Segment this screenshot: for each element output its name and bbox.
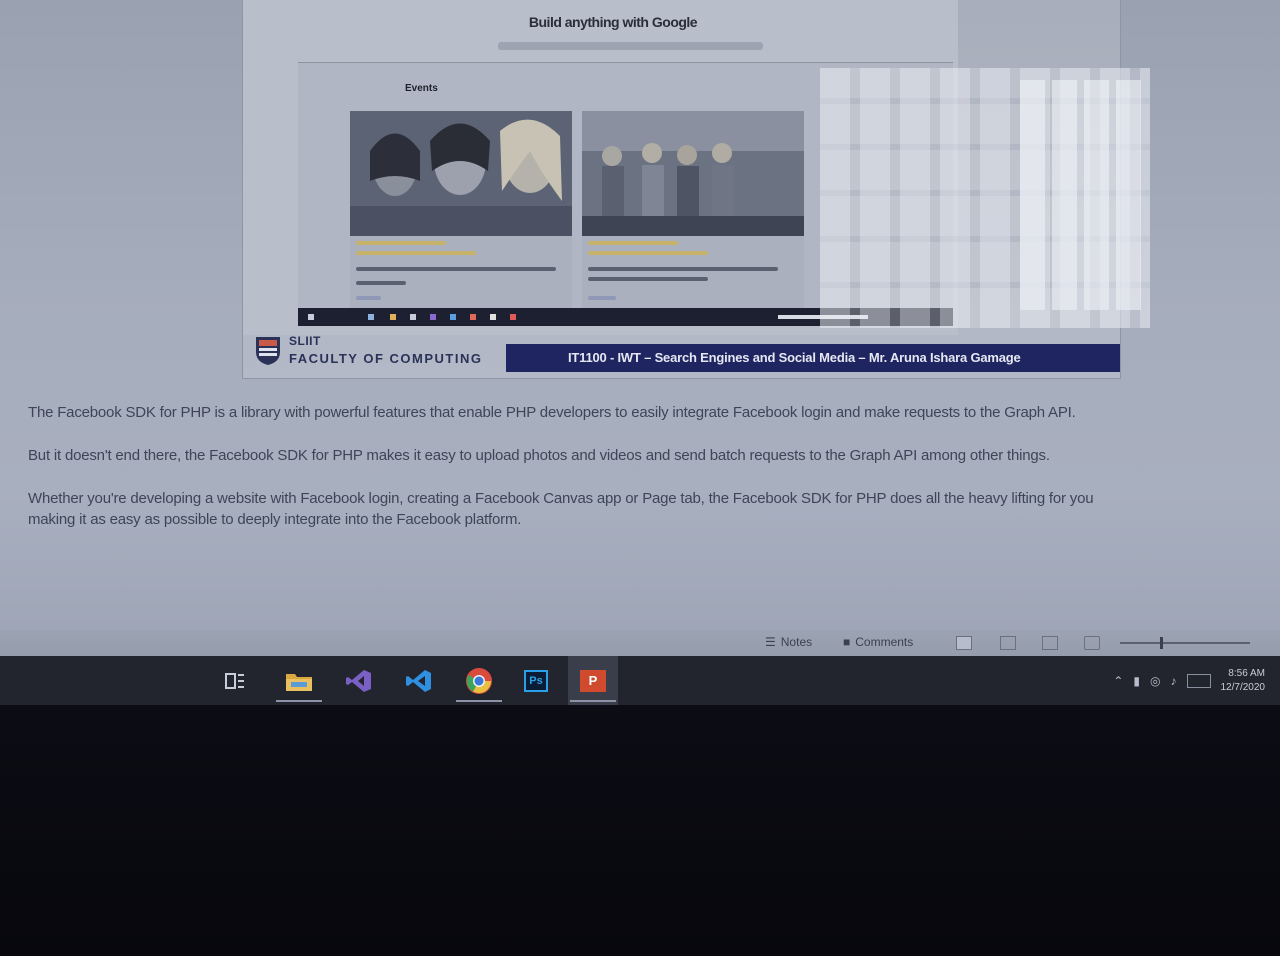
photoshop-icon: Ps xyxy=(524,669,548,692)
reading-view-icon[interactable] xyxy=(1042,636,1058,650)
event-card xyxy=(582,111,804,309)
clock-time: 8:56 AM xyxy=(1228,667,1265,679)
battery-icon[interactable]: ▮ xyxy=(1133,674,1140,688)
network-icon[interactable]: ◎ xyxy=(1150,674,1160,688)
notes-paragraph: The Facebook SDK for PHP is a library wi… xyxy=(28,404,1076,421)
laptop-screen: Build anything with Google Events SLIIT … xyxy=(0,0,1280,705)
chevron-up-icon[interactable]: ⌃ xyxy=(1113,674,1123,688)
vscode-icon xyxy=(406,669,431,692)
faculty-name: FACULTY OF COMPUTING xyxy=(289,351,483,366)
notes-paragraph: making it as easy as possible to deeply … xyxy=(28,511,522,528)
vscode-button[interactable] xyxy=(394,656,444,705)
status-bar: ☰ Notes ■ Comments xyxy=(0,630,1280,656)
zoom-slider-thumb[interactable] xyxy=(1160,637,1163,649)
event-card xyxy=(350,111,572,309)
course-title: IT1100 - IWT – Search Engines and Social… xyxy=(568,350,1021,365)
slide-sorter-icon[interactable] xyxy=(1000,636,1016,650)
folder-icon xyxy=(286,673,312,691)
notes-icon: ☰ xyxy=(765,635,776,649)
comments-button[interactable]: ■ Comments xyxy=(843,635,913,649)
task-view-icon xyxy=(225,672,244,689)
event-photo xyxy=(582,111,804,236)
system-clock[interactable]: 8:56 AM 12/7/2020 xyxy=(1221,667,1266,695)
keyboard-icon[interactable] xyxy=(1186,673,1211,688)
powerpoint-button[interactable]: P xyxy=(568,656,618,705)
notes-pane[interactable]: The Facebook SDK for PHP is a library wi… xyxy=(0,390,1280,630)
notes-button[interactable]: ☰ Notes xyxy=(765,635,812,649)
embedded-page-title: Build anything with Google xyxy=(528,14,698,30)
powerpoint-icon: P xyxy=(580,669,606,692)
photoshop-icon-label: Ps xyxy=(529,674,543,687)
slideshow-icon[interactable] xyxy=(1084,636,1100,650)
visual-studio-icon xyxy=(346,669,371,692)
chrome-icon xyxy=(466,667,492,694)
task-view-button[interactable] xyxy=(210,656,260,705)
normal-view-icon[interactable] xyxy=(956,636,972,650)
events-heading: Events xyxy=(405,83,438,94)
slide-embedded-screenshot: Build anything with Google Events xyxy=(243,0,958,335)
photoshop-button[interactable]: Ps xyxy=(511,656,561,705)
comments-button-label: Comments xyxy=(855,635,914,649)
visual-studio-button[interactable] xyxy=(334,656,384,705)
comment-icon: ■ xyxy=(843,635,851,649)
embedded-page-content: Events xyxy=(298,62,953,309)
notes-paragraph: Whether you're developing a website with… xyxy=(28,490,1094,507)
file-explorer-button[interactable] xyxy=(274,656,324,705)
zoom-slider[interactable] xyxy=(1120,637,1250,649)
volume-icon[interactable]: ♪ xyxy=(1171,674,1177,688)
notes-button-label: Notes xyxy=(780,635,813,649)
chrome-button[interactable] xyxy=(454,656,504,705)
clock-date: 12/7/2020 xyxy=(1220,681,1266,693)
laptop-bezel xyxy=(0,705,1280,956)
powerpoint-icon-label: P xyxy=(588,673,598,688)
course-banner: IT1100 - IWT – Search Engines and Social… xyxy=(506,344,1120,372)
system-tray: ⌃ ▮ ◎ ♪ 8:56 AM 12/7/2020 xyxy=(1113,656,1265,705)
notes-paragraph: But it doesn't end there, the Facebook S… xyxy=(28,447,1050,464)
institution-name: SLIIT xyxy=(289,334,321,348)
slide-canvas[interactable]: Build anything with Google Events SLIIT … xyxy=(243,0,1120,378)
windows-taskbar: Ps P ⌃ ▮ ◎ ♪ 8:56 AM 12/7/2020 xyxy=(0,656,1280,705)
sliit-logo xyxy=(256,337,280,365)
embedded-search-bar xyxy=(498,42,763,50)
event-photo xyxy=(350,111,572,236)
embedded-taskbar xyxy=(298,308,953,326)
